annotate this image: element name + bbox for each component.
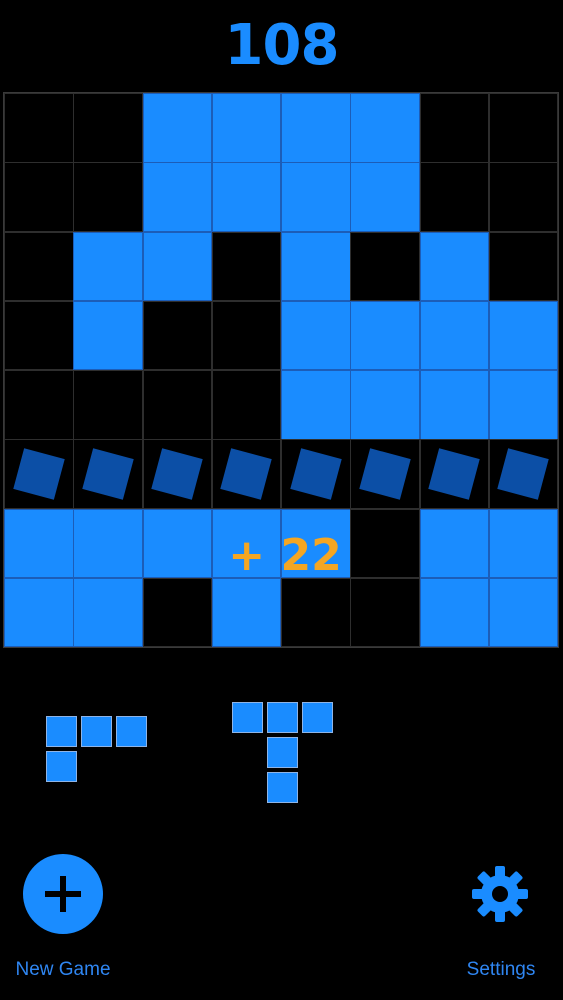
- new-game-label[interactable]: New Game: [0, 958, 126, 982]
- score-display: 108: [224, 13, 340, 78]
- board-cell[interactable]: [281, 508, 351, 578]
- board-cell[interactable]: [142, 370, 212, 440]
- board-cell[interactable]: [211, 370, 282, 440]
- board-cell[interactable]: [281, 162, 351, 232]
- piece-block: [267, 772, 298, 803]
- piece-block: [302, 702, 333, 733]
- board-cell[interactable]: [142, 577, 212, 648]
- board-cell[interactable]: [73, 370, 143, 440]
- new-game-button[interactable]: [23, 854, 103, 934]
- board-cell[interactable]: [4, 577, 74, 648]
- board-cell[interactable]: [350, 300, 420, 371]
- board-cell[interactable]: [211, 300, 282, 371]
- board-cell[interactable]: [419, 300, 489, 371]
- board-cell[interactable]: [488, 577, 559, 648]
- settings-label[interactable]: Settings: [440, 958, 562, 982]
- board-cell[interactable]: [350, 231, 420, 301]
- board-cell[interactable]: [73, 577, 143, 648]
- board-cell[interactable]: [281, 439, 351, 509]
- board-cell[interactable]: [211, 439, 282, 509]
- board-cell[interactable]: [419, 370, 489, 440]
- board-cell[interactable]: [4, 300, 74, 371]
- board-cell[interactable]: [281, 370, 351, 440]
- board-cell[interactable]: [142, 93, 212, 163]
- board-cell[interactable]: [281, 93, 351, 163]
- board-cell[interactable]: [4, 508, 74, 578]
- board-cell[interactable]: [350, 93, 420, 163]
- board-cell[interactable]: [350, 370, 420, 440]
- board-cell[interactable]: [4, 370, 74, 440]
- clearing-tile: [82, 448, 134, 500]
- board-cell[interactable]: [73, 439, 143, 509]
- board-cell[interactable]: [419, 577, 489, 648]
- clearing-tile: [428, 448, 480, 500]
- board-cell[interactable]: [488, 508, 559, 578]
- board-cell[interactable]: [73, 300, 143, 371]
- board-cell[interactable]: [4, 231, 74, 301]
- board-cell[interactable]: [488, 370, 559, 440]
- piece-block: [46, 716, 77, 747]
- clearing-tile: [12, 448, 65, 500]
- piece-block: [46, 751, 77, 782]
- board-cell[interactable]: [419, 439, 489, 509]
- piece-block: [232, 702, 263, 733]
- board-cell[interactable]: [350, 508, 420, 578]
- board-cell[interactable]: [488, 439, 559, 509]
- board-cell[interactable]: [488, 93, 559, 163]
- board-cell[interactable]: [142, 162, 212, 232]
- board-cell[interactable]: [142, 231, 212, 301]
- plus-icon: [45, 876, 81, 912]
- board-cell[interactable]: [73, 93, 143, 163]
- board-cell[interactable]: [488, 231, 559, 301]
- board-cell[interactable]: [73, 231, 143, 301]
- board-cell[interactable]: [419, 93, 489, 163]
- board-cell[interactable]: [142, 300, 212, 371]
- board-cell[interactable]: [419, 162, 489, 232]
- board-cell[interactable]: [350, 162, 420, 232]
- piece-block: [267, 702, 298, 733]
- board-cell[interactable]: [281, 231, 351, 301]
- board-cell[interactable]: [4, 93, 74, 163]
- board-cell[interactable]: [350, 577, 420, 648]
- board-cell[interactable]: [211, 162, 282, 232]
- board-cell[interactable]: [419, 508, 489, 578]
- board-cell[interactable]: [4, 162, 74, 232]
- clearing-tile: [497, 448, 550, 500]
- board-cell[interactable]: [281, 577, 351, 648]
- gear-icon[interactable]: [470, 864, 530, 924]
- board-cell[interactable]: [4, 439, 74, 509]
- game-board[interactable]: [3, 92, 559, 648]
- clearing-tile: [289, 448, 342, 500]
- board-cell[interactable]: [211, 93, 282, 163]
- board-cell[interactable]: [350, 439, 420, 509]
- board-cell[interactable]: [419, 231, 489, 301]
- board-cell[interactable]: [281, 300, 351, 371]
- board-cell[interactable]: [142, 439, 212, 509]
- board-cell[interactable]: [73, 508, 143, 578]
- board-cell[interactable]: [73, 162, 143, 232]
- board-cell[interactable]: [488, 162, 559, 232]
- piece-block: [116, 716, 147, 747]
- board-cell[interactable]: [142, 508, 212, 578]
- piece-block: [267, 737, 298, 768]
- clearing-tile: [359, 448, 411, 500]
- piece-block: [81, 716, 112, 747]
- board-cell[interactable]: [211, 508, 282, 578]
- board-cell[interactable]: [488, 300, 559, 371]
- board-cell[interactable]: [211, 577, 282, 648]
- clearing-tile: [151, 448, 203, 500]
- clearing-tile: [220, 448, 273, 500]
- board-cell[interactable]: [211, 231, 282, 301]
